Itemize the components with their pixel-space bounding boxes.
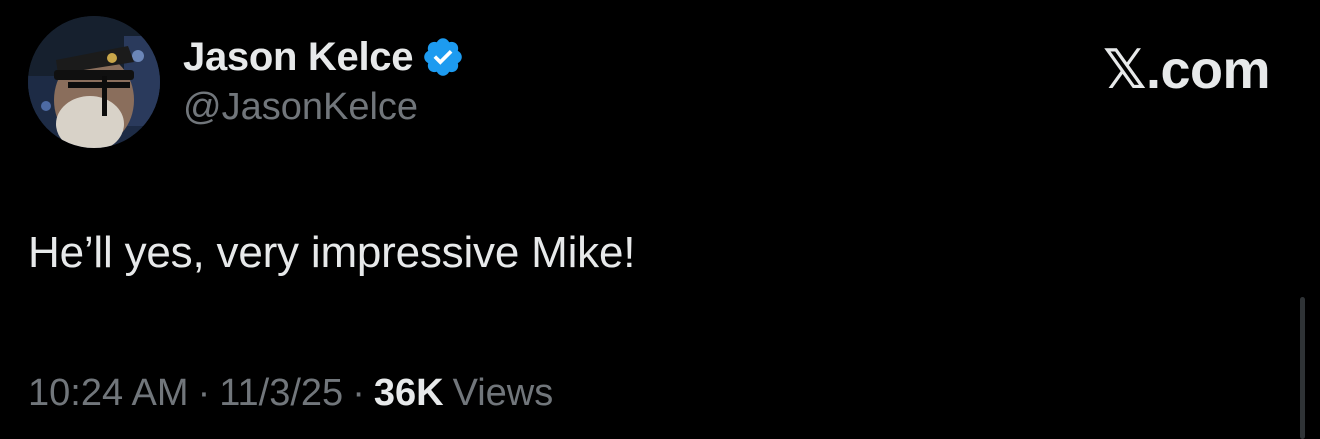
tweet-date[interactable]: 11/3/25 xyxy=(219,372,343,415)
author-handle[interactable]: @JasonKelce xyxy=(183,86,418,129)
author-name-row[interactable]: Jason Kelce xyxy=(183,33,465,81)
views-label: Views xyxy=(452,372,554,414)
tweet-time[interactable]: 10:24 AM xyxy=(28,372,189,415)
tweet-text: He’ll yes, very impressive Mike! xyxy=(28,228,636,277)
scrollbar[interactable] xyxy=(1300,297,1305,439)
site-label: 𝕏.com xyxy=(1102,40,1271,100)
avatar[interactable] xyxy=(28,16,160,148)
tweet-card: Jason Kelce @JasonKelce 𝕏.com He’ll yes,… xyxy=(0,0,1320,439)
tweet-meta: 10:24 AM · 11/3/25 · 36K Views xyxy=(28,372,553,415)
meta-separator: · xyxy=(352,372,365,414)
author-display-name[interactable]: Jason Kelce xyxy=(183,35,413,80)
meta-separator: · xyxy=(197,372,211,414)
view-count[interactable]: 36K xyxy=(374,372,444,415)
verified-badge-icon[interactable] xyxy=(421,35,465,79)
